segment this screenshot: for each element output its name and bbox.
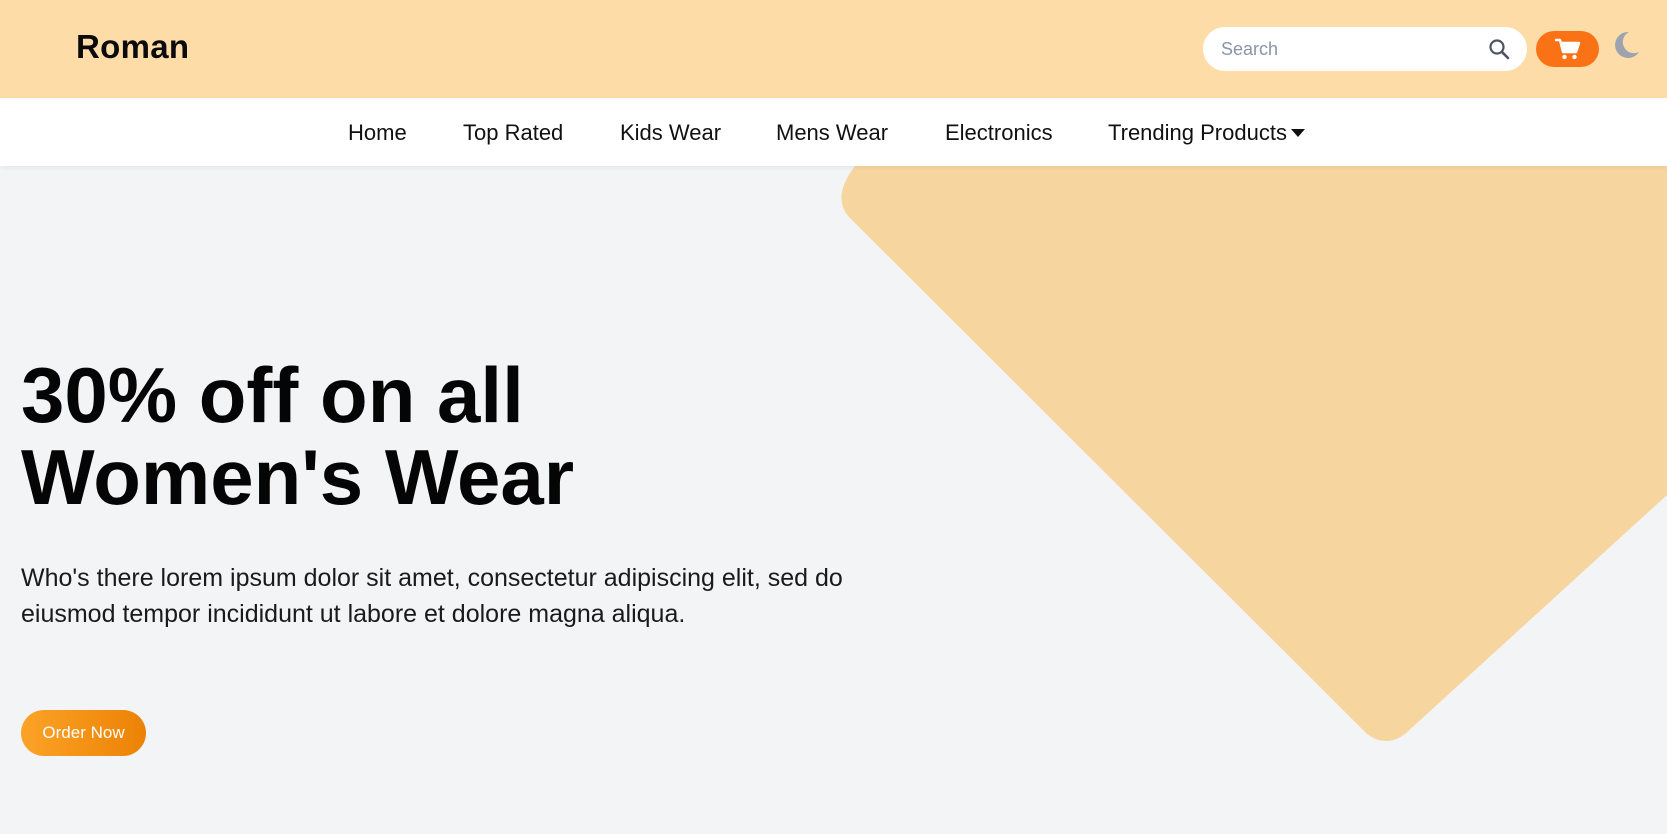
hero-title-line-2: Women's Wear bbox=[21, 433, 575, 521]
hero-description: Who's there lorem ipsum dolor sit amet, … bbox=[21, 564, 843, 628]
hero-title-line-1: 30% off on all bbox=[21, 351, 524, 439]
search-box[interactable] bbox=[1203, 27, 1527, 71]
order-now-button[interactable]: Order Now bbox=[21, 710, 146, 756]
moon-icon[interactable] bbox=[1611, 30, 1641, 60]
nav-item-electronics[interactable]: Electronics bbox=[945, 120, 1053, 146]
nav-item-home[interactable]: Home bbox=[348, 120, 407, 146]
caret-down-icon bbox=[1290, 129, 1305, 137]
hero-title: 30% off on all Women's Wear bbox=[21, 354, 721, 518]
main-nav: Home Top Rated Kids Wear Mens Wear Elect… bbox=[0, 98, 1667, 166]
top-bar: Roman bbox=[0, 0, 1667, 98]
nav-item-mens-wear[interactable]: Mens Wear bbox=[776, 120, 888, 146]
cart-button[interactable] bbox=[1536, 31, 1599, 67]
site-logo[interactable]: Roman bbox=[76, 28, 189, 66]
search-icon[interactable] bbox=[1487, 37, 1511, 61]
nav-item-trending-label: Trending Products bbox=[1108, 120, 1287, 145]
nav-item-kids-wear[interactable]: Kids Wear bbox=[620, 120, 721, 146]
cart-icon bbox=[1554, 38, 1580, 60]
nav-item-top-rated[interactable]: Top Rated bbox=[463, 120, 563, 146]
nav-item-trending-products[interactable]: Trending Products bbox=[1108, 120, 1305, 146]
search-input[interactable] bbox=[1221, 27, 1471, 71]
